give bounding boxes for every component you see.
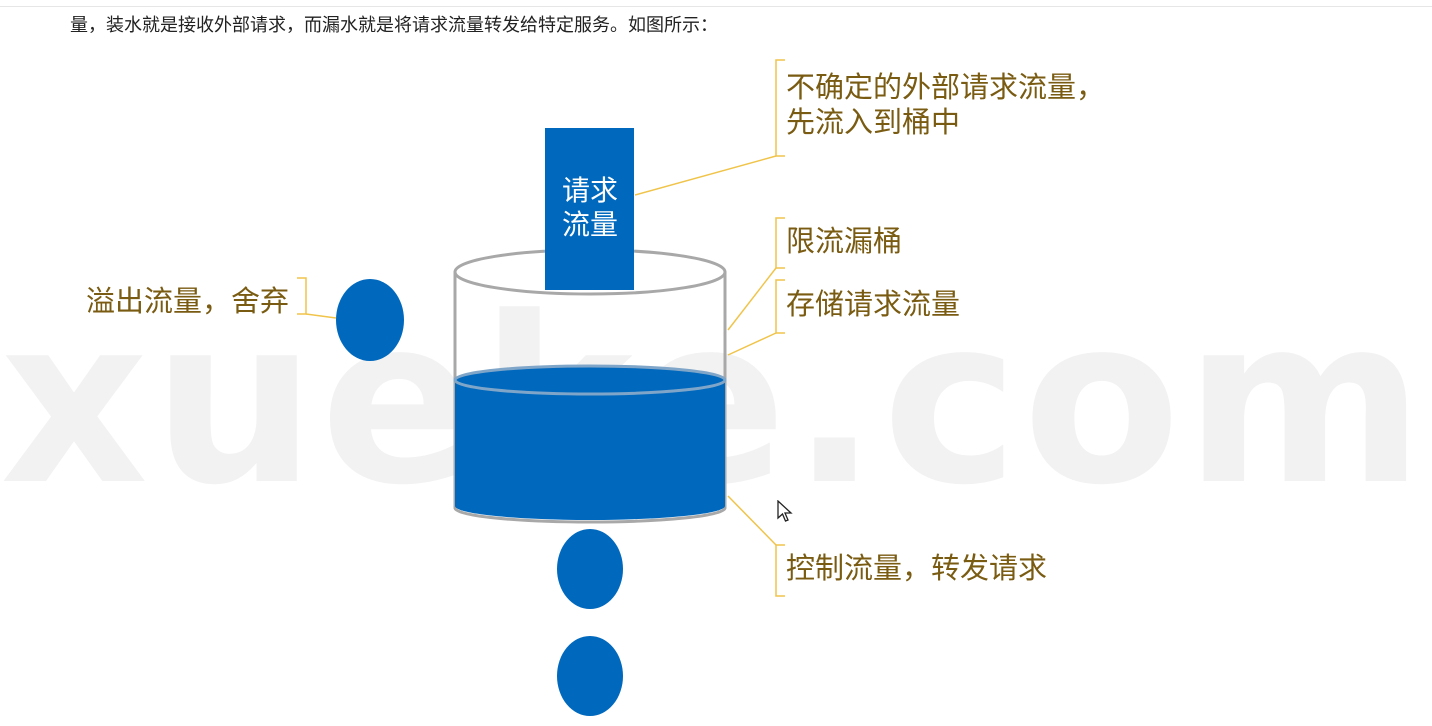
request-box-line2: 流量 xyxy=(561,207,618,241)
output-label: 控制流量，转发请求 xyxy=(786,551,1048,585)
overflow-drop xyxy=(336,279,404,361)
leaky-bucket-diagram xyxy=(297,59,785,716)
water-surface xyxy=(453,364,727,396)
leader-overflow xyxy=(305,313,337,319)
bracket-bucket xyxy=(775,217,785,269)
incoming-traffic-line2: 先流入到桶中 xyxy=(786,104,961,139)
bracket-overflow xyxy=(297,277,307,315)
storage-label: 存储请求流量 xyxy=(786,287,961,321)
overflow-label: 溢出流量，舍弃 xyxy=(86,284,290,318)
bucket-label: 限流漏桶 xyxy=(786,224,903,258)
page: 量，装水就是接收外部请求，而漏水就是将请求流量转发给特定服务。如图所示： xue… xyxy=(0,0,1432,726)
bracket-output xyxy=(775,544,785,597)
request-box-line1: 请求 xyxy=(561,174,618,207)
leader-output xyxy=(727,495,777,546)
incoming-traffic-label: 不确定的外部请求流量， 先流入到桶中 xyxy=(786,70,1105,140)
leader-bucket xyxy=(727,267,777,331)
leader-incoming xyxy=(634,155,777,196)
output-drop-1 xyxy=(557,529,623,609)
request-box-label: 请求 流量 xyxy=(545,174,635,241)
leader-storage xyxy=(727,332,777,356)
bracket-storage xyxy=(775,279,785,334)
mouse-pointer-icon xyxy=(777,500,793,522)
bracket-incoming xyxy=(775,59,785,157)
incoming-traffic-line1: 不确定的外部请求流量， xyxy=(786,70,1106,104)
output-drop-2 xyxy=(557,636,623,716)
